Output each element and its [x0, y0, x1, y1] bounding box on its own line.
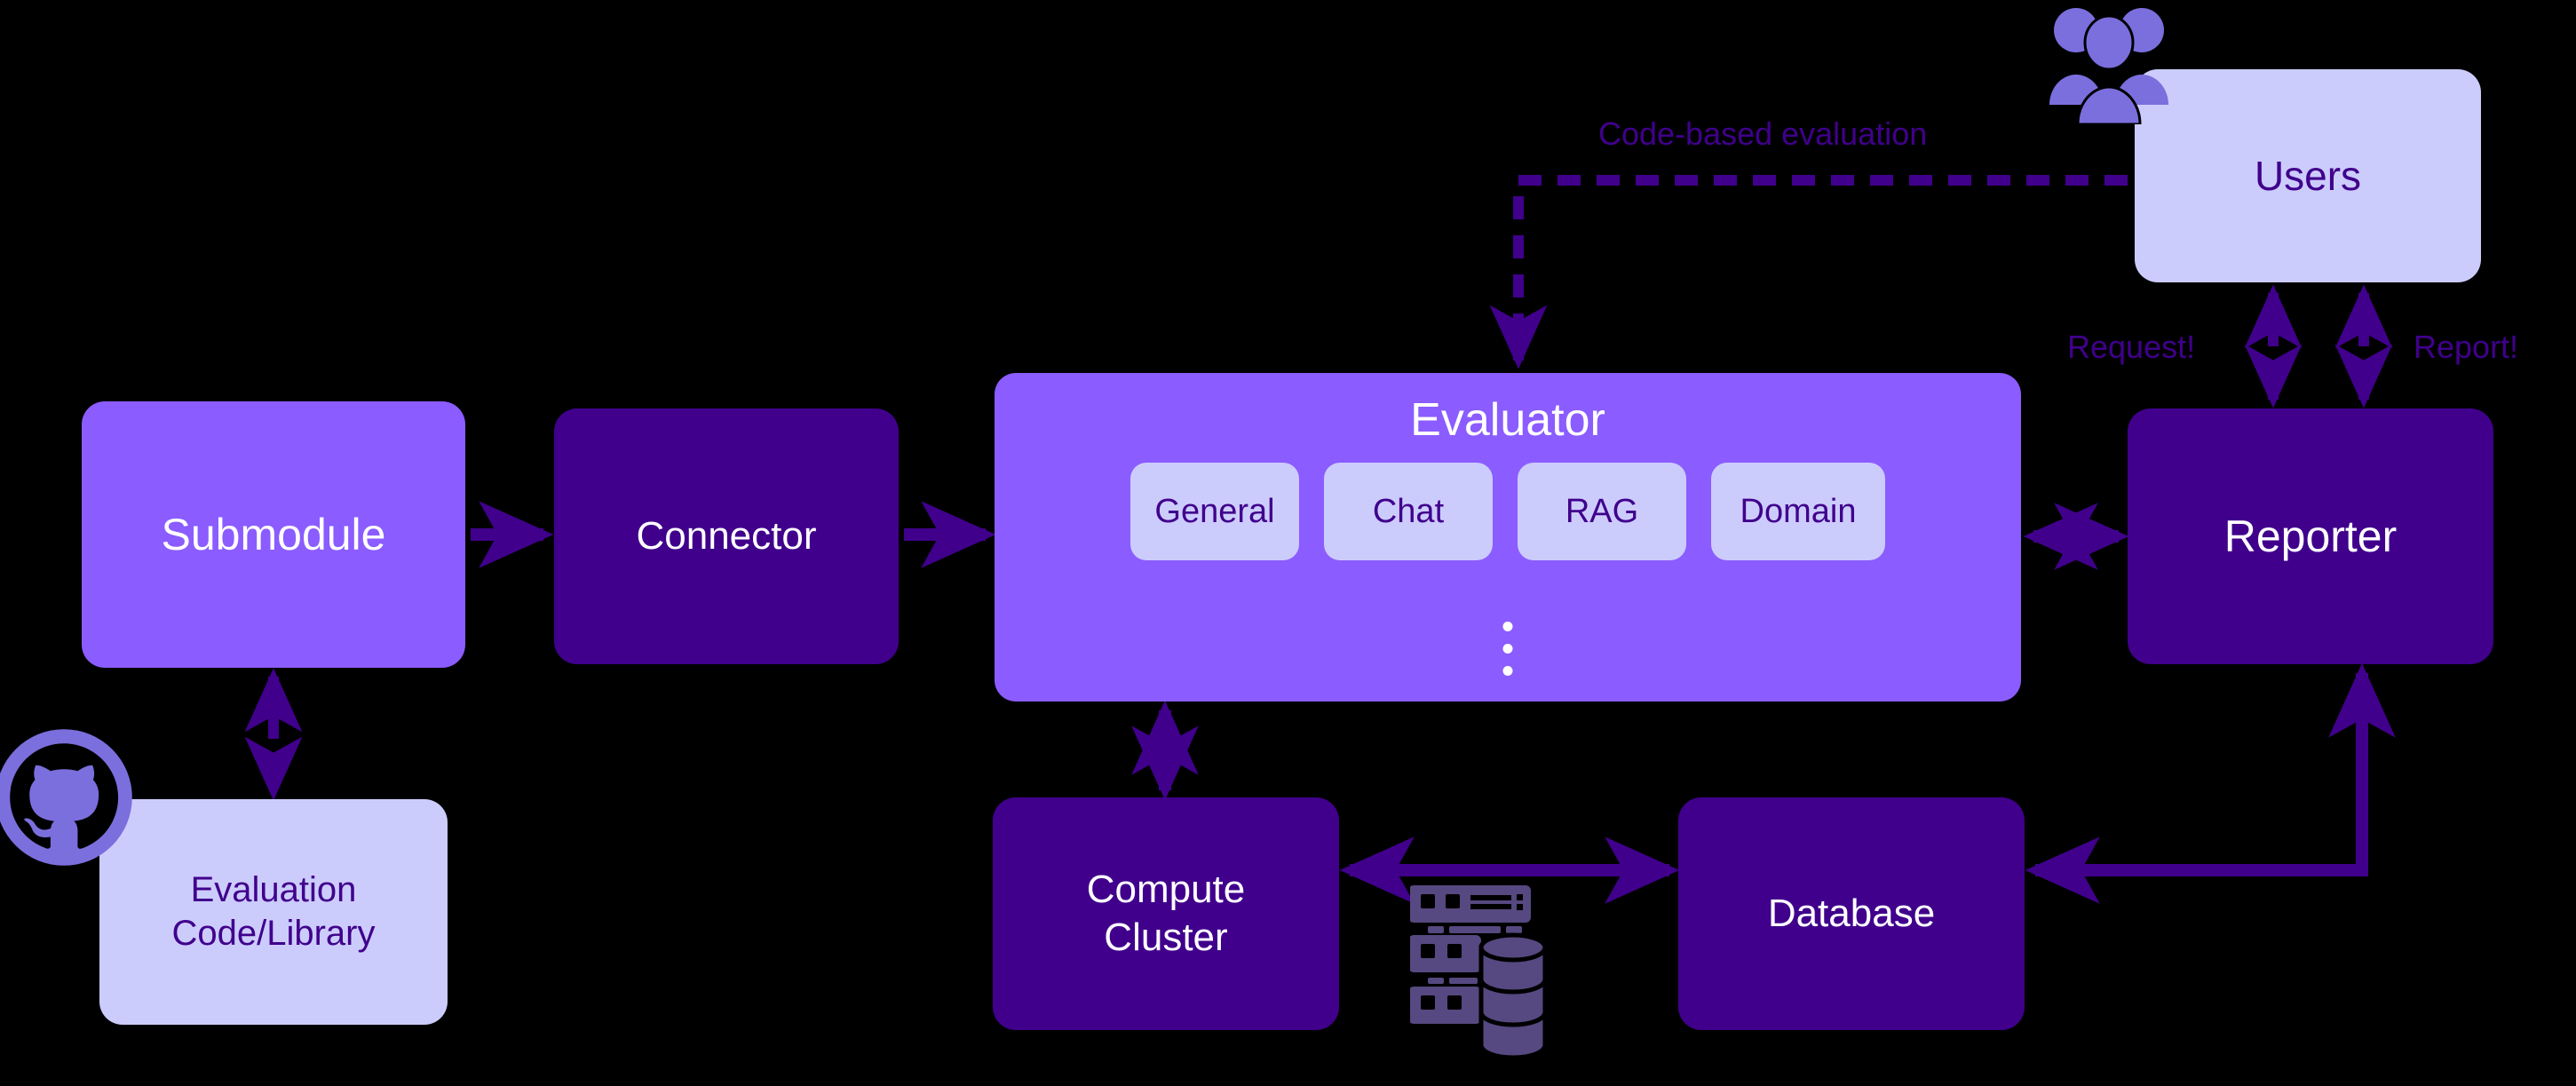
edge-label-report: Report! — [2414, 329, 2519, 365]
server-database-icon — [1410, 885, 1548, 1060]
edge-label-code-based-evaluation: Code-based evaluation — [1598, 115, 1928, 152]
vertical-ellipsis-icon — [1502, 622, 1513, 676]
edge-label-request: Request! — [2067, 329, 2196, 365]
node-evaluation-code-library[interactable]: Evaluation Code/Library — [99, 799, 448, 1025]
node-compute-cluster-label: Compute Cluster — [1086, 868, 1246, 959]
node-users[interactable]: Users — [2135, 69, 2481, 282]
evaluator-chip-chat-label: Chat — [1372, 493, 1445, 531]
node-evaluator-label: Evaluator — [1410, 394, 1605, 446]
evaluator-chip-chat[interactable]: Chat — [1324, 463, 1493, 561]
diagram-canvas: Code-based evaluation Request! Report! S… — [0, 0, 2576, 1086]
node-compute-cluster[interactable]: Compute Cluster — [993, 797, 1339, 1030]
node-reporter[interactable]: Reporter — [2128, 408, 2493, 664]
node-database[interactable]: Database — [1678, 797, 2025, 1030]
edge-database-reporter — [2025, 662, 2396, 904]
node-submodule-label: Submodule — [161, 509, 386, 559]
node-submodule[interactable]: Submodule — [82, 401, 465, 668]
evaluator-chip-domain-label: Domain — [1740, 493, 1857, 531]
evaluator-chip-row: General Chat RAG Domain — [995, 463, 2021, 561]
node-database-label: Database — [1767, 892, 1936, 936]
evaluator-chip-general[interactable]: General — [1130, 463, 1299, 561]
edge-users-evaluator — [1489, 175, 2128, 369]
node-reporter-label: Reporter — [2223, 511, 2398, 561]
node-connector[interactable]: Connector — [554, 408, 899, 664]
evaluator-chip-rag-label: RAG — [1565, 493, 1639, 531]
node-connector-label: Connector — [636, 514, 817, 559]
evaluator-chip-domain[interactable]: Domain — [1711, 463, 1885, 561]
evaluator-chip-rag[interactable]: RAG — [1518, 463, 1686, 561]
evaluator-chip-general-label: General — [1154, 493, 1275, 531]
node-evaluation-code-library-label: Evaluation Code/Library — [171, 870, 376, 953]
node-evaluator[interactable]: Evaluator General Chat RAG Domain — [995, 373, 2021, 702]
node-users-label: Users — [2254, 152, 2362, 199]
